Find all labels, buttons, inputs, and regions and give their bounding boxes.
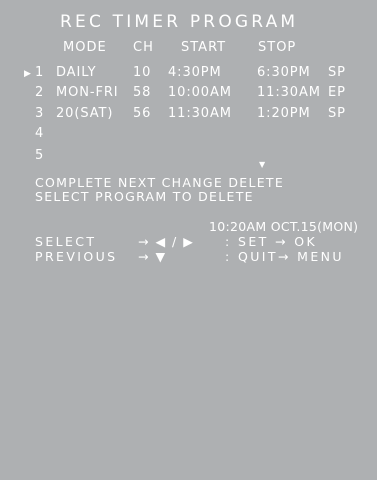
help-previous-label: PREVIOUS <box>35 249 118 264</box>
status-message-line-2: SELECT PROGRAM TO DELETE <box>35 189 254 204</box>
column-header-channel: CH <box>133 40 154 55</box>
program-start-time: 10:00AM <box>168 85 232 100</box>
program-mode: DAILY <box>56 65 97 80</box>
program-number: 4 <box>35 126 45 141</box>
program-row-3[interactable]: 3 20(SAT) 56 11:30AM 1:20PM SP <box>0 106 377 122</box>
program-stop-time: 11:30AM <box>257 85 321 100</box>
program-row-4[interactable]: 4 <box>0 126 377 142</box>
column-header-mode: MODE <box>63 40 107 55</box>
help-set-ok: : SET → OK <box>225 234 318 249</box>
screen-title: REC TIMER PROGRAM <box>60 12 299 32</box>
program-row-2[interactable]: 2 MON-FRI 58 10:00AM 11:30AM EP <box>0 85 377 101</box>
current-date-time: 10:20AM OCT.15(MON) <box>209 219 359 234</box>
scroll-down-icon: ▼ <box>259 160 266 169</box>
program-row-5[interactable]: 5 <box>0 148 377 164</box>
help-select-label: SELECT <box>35 234 97 249</box>
program-mode: 20(SAT) <box>56 106 114 121</box>
program-start-time: 11:30AM <box>168 106 232 121</box>
column-header-start: START <box>181 40 227 55</box>
program-tape-speed: SP <box>328 106 346 121</box>
program-number: 1 <box>35 65 45 80</box>
program-channel: 56 <box>133 106 152 121</box>
program-channel: 10 <box>133 65 152 80</box>
program-stop-time: 1:20PM <box>257 106 311 121</box>
program-channel: 58 <box>133 85 152 100</box>
help-previous-keys: → ▼ <box>138 249 167 264</box>
program-stop-time: 6:30PM <box>257 65 311 80</box>
rec-timer-screen: REC TIMER PROGRAM MODE CH START STOP ▶ 1… <box>0 0 377 273</box>
program-number: 5 <box>35 148 45 163</box>
help-quit-menu: : QUIT→ MENU <box>225 249 344 264</box>
program-tape-speed: EP <box>328 85 346 100</box>
status-message-line-1: COMPLETE NEXT CHANGE DELETE <box>35 175 285 190</box>
selection-cursor-icon: ▶ <box>24 69 32 79</box>
program-number: 2 <box>35 85 45 100</box>
help-select-keys: → ◀ / ▶ <box>138 234 195 249</box>
program-number: 3 <box>35 106 45 121</box>
program-mode: MON-FRI <box>56 85 119 100</box>
program-tape-speed: SP <box>328 65 346 80</box>
program-start-time: 4:30PM <box>168 65 222 80</box>
program-row-1[interactable]: ▶ 1 DAILY 10 4:30PM 6:30PM SP <box>0 65 377 81</box>
column-header-stop: STOP <box>258 40 297 55</box>
